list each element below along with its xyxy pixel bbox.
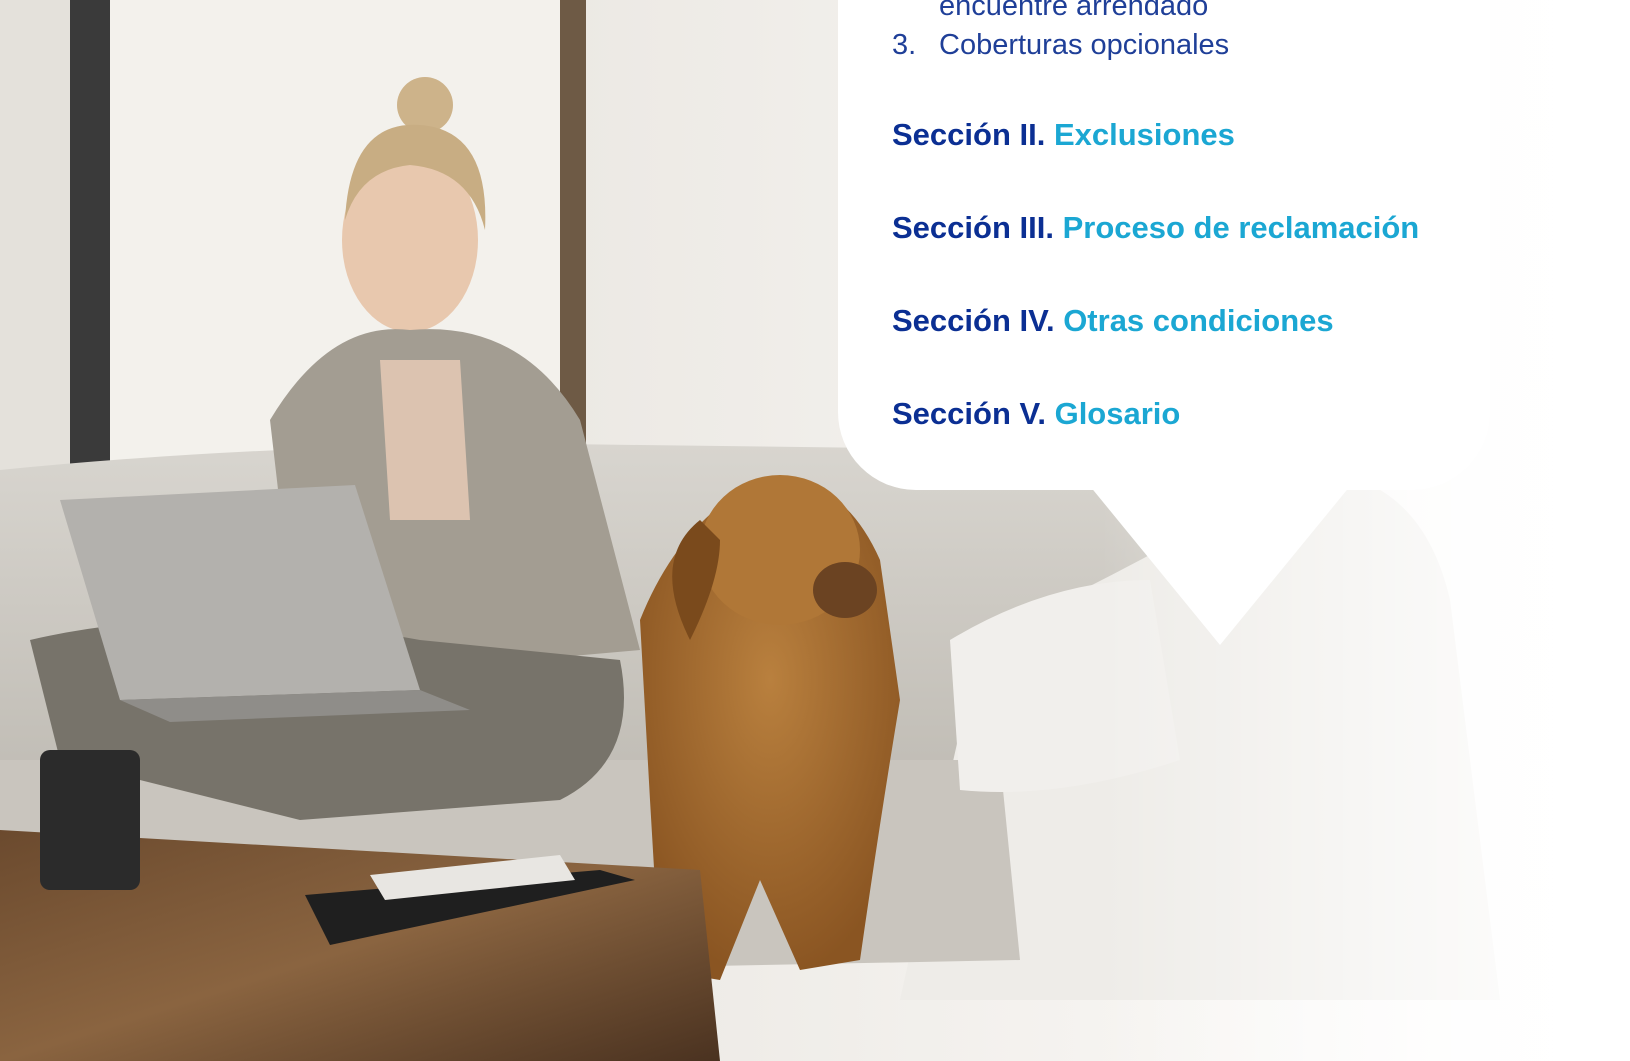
section-title: Glosario bbox=[1054, 396, 1181, 431]
section-label: Sección IV. bbox=[892, 303, 1055, 338]
curtain bbox=[0, 0, 70, 470]
section-title: Otras condiciones bbox=[1063, 303, 1334, 338]
list-item-text: Coberturas opcionales bbox=[939, 29, 1230, 61]
section-4: Sección IV. Otras condiciones bbox=[892, 303, 1334, 339]
section-5: Sección V. Glosario bbox=[892, 396, 1180, 432]
list-item-number: 3. bbox=[892, 29, 917, 61]
section-label: Sección III. bbox=[892, 210, 1054, 245]
speech-bubble-tail bbox=[1085, 480, 1355, 645]
list-item-3: 3. Coberturas opcionales bbox=[892, 27, 1229, 63]
section-title: Exclusiones bbox=[1053, 117, 1235, 152]
section-title: Proceso de reclamación bbox=[1062, 210, 1420, 245]
woman-hair-bun bbox=[397, 77, 453, 133]
dog-snout bbox=[813, 562, 877, 618]
mug bbox=[40, 750, 140, 890]
woman-shirt bbox=[380, 360, 470, 520]
window-frame bbox=[70, 0, 110, 470]
section-label: Sección II. bbox=[892, 117, 1046, 152]
section-label: Sección V. bbox=[892, 396, 1046, 431]
list-item-continued: encuentre arrendado bbox=[939, 0, 1209, 22]
section-3: Sección III. Proceso de reclamación bbox=[892, 210, 1419, 246]
section-2: Sección II. Exclusiones bbox=[892, 117, 1235, 153]
